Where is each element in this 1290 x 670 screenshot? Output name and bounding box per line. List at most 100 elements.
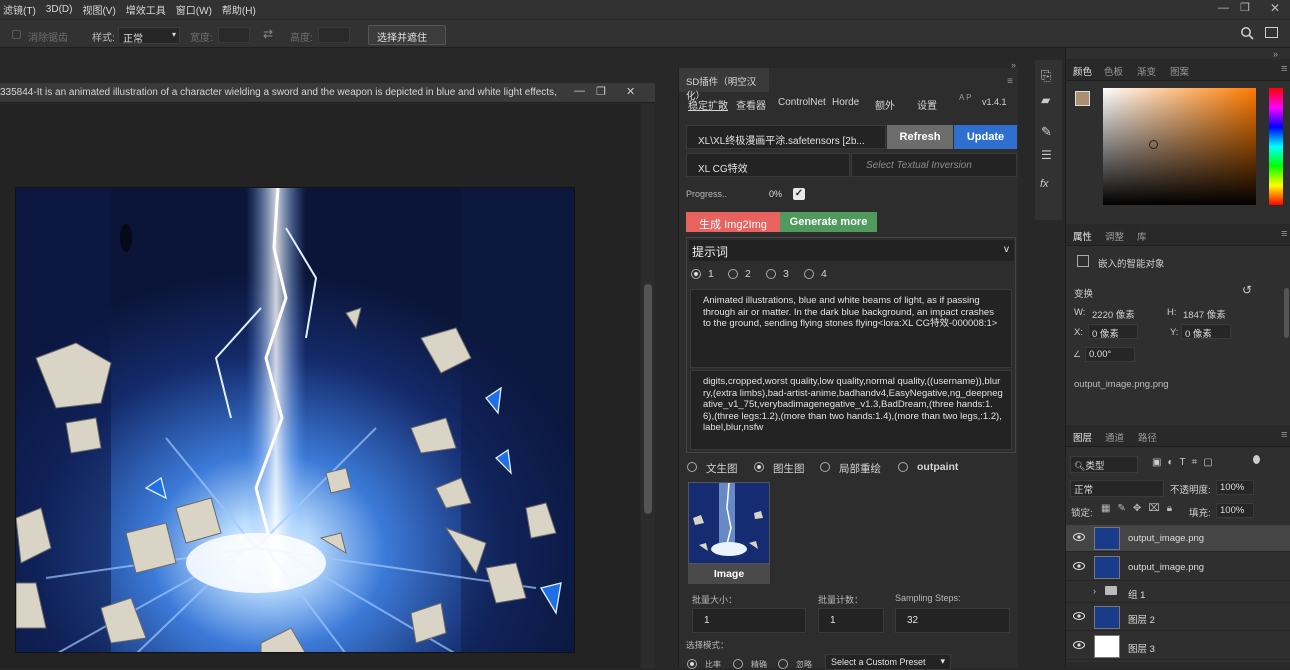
layer-name[interactable]: output_image.png (1128, 562, 1204, 573)
panel-expand-icon[interactable]: » (1273, 49, 1278, 59)
mode-img2img-radio[interactable] (754, 462, 764, 472)
properties-scrollbar[interactable] (1284, 288, 1289, 338)
fx-icon[interactable]: fx (1040, 178, 1049, 190)
close-icon[interactable]: ✕ (1270, 1, 1280, 15)
select-and-mask-button[interactable]: 选择并遮住 ... (368, 25, 446, 55)
doc-minimize-icon[interactable]: — (574, 85, 585, 97)
model-select[interactable]: XL\XL终极漫画平涂.safetensors [2b... (686, 125, 886, 149)
mode-outpaint-radio[interactable] (898, 462, 908, 472)
mode-inpaint-radio[interactable] (820, 462, 830, 472)
fill-input[interactable]: 100% (1216, 503, 1254, 518)
panel-menu-icon[interactable]: ≡ (1007, 76, 1013, 87)
generate-img2img-button[interactable]: 生成 Img2Img (686, 212, 780, 232)
sampling-steps-input[interactable]: 32 (895, 608, 1010, 633)
document-tab[interactable]: 335844-It is an animated illustration of… (0, 83, 655, 103)
tab-gradients[interactable]: 渐变 (1137, 64, 1156, 78)
color-picker-cursor[interactable] (1149, 140, 1158, 149)
tab-settings[interactable]: 设置 (917, 97, 937, 112)
tab-adjustments[interactable]: 调整 (1105, 229, 1124, 243)
tab-color[interactable]: 颜色 (1073, 64, 1092, 78)
layer-row[interactable]: 图层 3 (1066, 633, 1290, 660)
hue-slider[interactable] (1269, 88, 1283, 205)
swap-icon[interactable]: ⇄ (263, 27, 273, 41)
layer-filter-icons[interactable]: ▣◐T⌗▢ (1152, 457, 1219, 468)
prompt-tab-4-radio[interactable] (804, 269, 814, 279)
layer-name[interactable]: 图层 3 (1128, 641, 1155, 655)
tab-channels[interactable]: 通道 (1105, 430, 1124, 444)
opacity-input[interactable]: 100% (1216, 480, 1254, 495)
panel-menu-icon[interactable]: ≡ (1281, 63, 1287, 75)
positive-prompt-textarea[interactable]: Animated illustrations, blue and white b… (690, 289, 1012, 368)
antialias-checkbox[interactable] (12, 30, 21, 39)
filter-toggle-icon[interactable] (1253, 455, 1260, 464)
comment-icon[interactable]: ▰ (1041, 93, 1050, 107)
lock-icons[interactable]: ▦✎✥⌧🔒︎ (1101, 503, 1179, 514)
menu-window[interactable]: 窗口(W) (173, 2, 219, 17)
search-icon[interactable] (1240, 26, 1254, 43)
menu-3d[interactable]: 3D(D) (43, 4, 80, 15)
h-value[interactable]: 1847 像素 (1183, 307, 1226, 321)
tab-patterns[interactable]: 图案 (1170, 64, 1189, 78)
x-input[interactable]: 0 像素 (1088, 324, 1138, 340)
layer-row[interactable]: output_image.png (1066, 525, 1290, 552)
prompt-tab-1-radio[interactable] (691, 269, 701, 279)
prompt-accordion-header[interactable]: 提示词 v (689, 240, 1014, 261)
layer-filter-select[interactable]: 🔍︎类型 (1070, 456, 1138, 473)
tab-viewer[interactable]: 查看器 (736, 97, 766, 112)
history-icon[interactable]: ⎘ (1041, 68, 1051, 84)
eye-icon[interactable] (1073, 561, 1085, 574)
prompt-tab-2-radio[interactable] (728, 269, 738, 279)
layer-row[interactable]: 图层 2 (1066, 604, 1290, 631)
color-picker-field[interactable] (1103, 88, 1256, 205)
refresh-button[interactable]: Refresh (887, 125, 953, 149)
doc-close-icon[interactable]: ✕ (626, 85, 635, 98)
tab-libraries[interactable]: 库 (1137, 229, 1147, 243)
minimize-icon[interactable]: — (1218, 2, 1229, 14)
blend-mode-select[interactable]: 正常 (1070, 480, 1164, 497)
w-value[interactable]: 2220 像素 (1092, 307, 1135, 321)
doc-restore-icon[interactable]: ❐ (596, 85, 606, 98)
eye-icon[interactable] (1073, 611, 1085, 624)
layer-group-row[interactable]: › 组 1 (1066, 581, 1290, 603)
height-input[interactable] (318, 27, 350, 43)
tab-swatches[interactable]: 色板 (1104, 64, 1123, 78)
tab-extras[interactable]: 额外 (875, 97, 895, 112)
layer-name[interactable]: output_image.png (1128, 533, 1204, 544)
y-input[interactable]: 0 像素 (1181, 324, 1231, 340)
scrollbar-thumb[interactable] (644, 284, 652, 514)
tab-paths[interactable]: 路径 (1138, 430, 1157, 444)
update-button[interactable]: Update (954, 125, 1017, 149)
batch-size-input[interactable]: 1 (692, 608, 806, 633)
layer-row[interactable]: output_image.png (1066, 554, 1290, 581)
layer-name[interactable]: 图层 2 (1128, 612, 1155, 626)
tab-properties[interactable]: 属性 (1073, 229, 1092, 243)
panel-menu-icon[interactable]: ≡ (1281, 228, 1287, 240)
restore-icon[interactable]: ❐ (1240, 1, 1250, 14)
angle-input[interactable]: 0.00° (1085, 347, 1135, 362)
tab-controlnet[interactable]: ControlNet (778, 97, 826, 108)
image-label[interactable]: Image (688, 564, 770, 584)
init-image-thumbnail[interactable] (688, 482, 770, 564)
chevron-right-icon[interactable]: › (1093, 586, 1096, 596)
reset-transform-icon[interactable]: ↺ (1242, 283, 1252, 297)
menu-plugins[interactable]: 增效工具 (123, 2, 173, 17)
tab-horde[interactable]: Horde (832, 97, 859, 108)
layer-name[interactable]: 组 1 (1128, 587, 1145, 601)
textual-inversion-select[interactable]: Select Textual Inversion (851, 153, 1017, 177)
menu-filter[interactable]: 滤镜(T) (0, 2, 43, 17)
panel-collapse-icon[interactable]: » (1011, 60, 1016, 70)
tab-layers[interactable]: 图层 (1073, 430, 1092, 444)
generate-more-button[interactable]: Generate more (780, 212, 877, 232)
eye-icon[interactable] (1073, 532, 1085, 545)
style-select[interactable]: 正常 ▾ (118, 27, 180, 45)
progress-checkbox[interactable]: ✓ (793, 188, 805, 200)
document-scrollbar[interactable] (641, 104, 655, 668)
eye-icon[interactable] (1073, 640, 1085, 653)
menu-view[interactable]: 视图(V) (79, 2, 122, 17)
adjust-sliders-icon[interactable]: ☰ (1041, 148, 1052, 162)
batch-count-input[interactable]: 1 (818, 608, 884, 633)
prompt-tab-3-radio[interactable] (766, 269, 776, 279)
workspace-icon[interactable] (1265, 27, 1278, 38)
lora-select[interactable]: XL CG特效 (686, 153, 850, 177)
foreground-color-swatch[interactable] (1075, 91, 1090, 106)
